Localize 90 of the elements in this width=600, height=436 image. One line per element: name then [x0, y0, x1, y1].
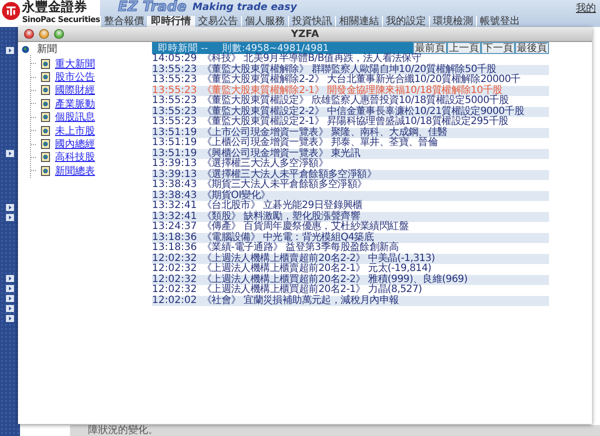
news-headline[interactable]: 《選擇權三大法人多空淨額》 — [202, 159, 328, 170]
favorites-link[interactable]: 我的 — [576, 0, 596, 14]
news-headline[interactable]: 《上週法人機構上櫃賣超前20名2-2》 中美晶(-1,313) — [202, 254, 435, 264]
news-headline[interactable]: 《傳產》 百貨周年慶祭優惠，艾杜紗業績閃紅盤 — [202, 222, 409, 232]
news-headline[interactable]: 《董監大股東質權設定2-2》 中信金董事長辜濂松10/21質權設定9000千股 — [202, 106, 524, 117]
news-headline[interactable]: 《興櫃公司現金增資一覽表》 東光訊 — [202, 148, 360, 159]
tree-link[interactable]: 未上市股 — [55, 124, 95, 138]
news-headline[interactable]: 《期貨三大法人未平倉餘額多空淨額》 — [202, 180, 367, 190]
tree-root-label[interactable]: 新聞 — [37, 42, 57, 56]
news-time: 12:02:32 — [152, 254, 197, 264]
tree-link[interactable]: 國內總經 — [55, 137, 95, 152]
news-time: 13:55:23 — [152, 106, 197, 117]
document-icon — [41, 85, 50, 96]
arrow-icon[interactable] — [6, 150, 14, 157]
tree-link[interactable]: 產業脈動 — [55, 96, 95, 111]
news-time: 13:39:13 — [152, 170, 197, 180]
page-button[interactable]: 上一頁 — [447, 42, 481, 54]
document-icon — [41, 98, 50, 109]
list-title: 即時新聞 -- — [158, 42, 208, 54]
news-time: 13:55:23 — [152, 75, 197, 86]
news-headline[interactable]: 《科技》 北美9月半導體B/B值再跌，法人看法保守 — [202, 54, 422, 64]
news-time: 13:55:23 — [152, 86, 197, 96]
news-time: 13:51:19 — [152, 128, 197, 138]
document-icon — [41, 58, 50, 69]
item-count: 則數:4958~4981/4981 — [222, 42, 329, 54]
nav-tab[interactable]: 即時行情 — [147, 16, 194, 26]
page-button[interactable]: 最後頁 — [515, 42, 549, 54]
news-time: 12:02:32 — [152, 274, 197, 285]
news-headline[interactable]: 《社會》 宜蘭災損補助萬元起，減稅月內申報 — [202, 296, 399, 306]
news-time: 13:51:19 — [152, 148, 197, 159]
page-button[interactable]: 下一頁 — [481, 42, 515, 54]
news-time: 13:18:36 — [152, 232, 197, 243]
document-icon — [41, 152, 50, 162]
minimize-icon[interactable] — [39, 29, 49, 39]
window-title: YZFA — [291, 28, 319, 40]
news-headline[interactable]: 《電腦設備》 中光電：背光模組Q4築底 — [202, 232, 374, 243]
news-headline[interactable]: 《上週法人機構上櫃買超前20名2-2》 雅積(999)、良維(969) — [202, 274, 468, 285]
brand-name: 永豐金證券 — [22, 1, 88, 15]
news-headline[interactable]: 《選擇權三大法人未平倉餘額多空淨額》 — [202, 170, 377, 180]
arrow-icon[interactable] — [6, 275, 14, 282]
close-icon[interactable] — [24, 29, 34, 39]
document-icon — [41, 112, 50, 122]
news-headline[interactable]: 《上週法人機構上櫃買超前20名2-1》 力晶(8,527) — [202, 285, 422, 296]
product-logo: EZ Trade — [118, 0, 186, 15]
arrow-icon[interactable] — [6, 305, 14, 312]
news-time: 13:18:36 — [152, 243, 197, 254]
news-time: 13:55:23 — [152, 96, 197, 106]
arrow-icon[interactable] — [6, 47, 14, 54]
globe-icon[interactable] — [22, 46, 29, 52]
tree-link[interactable]: 重大新聞 — [55, 56, 95, 71]
news-time: 12:02:32 — [152, 264, 197, 274]
news-headline[interactable]: 《業績-電子通路》 益登第3季每股盈餘創新高 — [202, 243, 398, 254]
page-button[interactable]: 最前頁 — [413, 42, 447, 54]
tree-link[interactable]: 新聞總表 — [55, 164, 95, 178]
document-icon — [41, 72, 50, 82]
news-time: 13:51:19 — [152, 138, 197, 148]
arrow-icon[interactable] — [6, 295, 14, 302]
news-time: 13:39:13 — [152, 159, 197, 170]
brand-name-english: SinoPac Securities — [22, 15, 100, 25]
news-time: 13:32:41 — [152, 201, 197, 212]
arrow-icon[interactable] — [6, 214, 14, 221]
arrow-icon[interactable] — [6, 315, 14, 322]
tree-link[interactable]: 股市公告 — [55, 70, 95, 84]
tree-link[interactable]: 個股訊息 — [55, 110, 95, 124]
news-time: 12:02:02 — [152, 296, 197, 306]
arrow-icon[interactable] — [6, 285, 14, 292]
news-time: 13:55:23 — [152, 64, 197, 75]
news-headline[interactable]: 《董監大股東質權解除》 群聯監察人歐陽自坤10/20質權解除50千股 — [202, 64, 496, 75]
slogan: Making trade easy — [192, 2, 297, 13]
document-icon — [41, 139, 50, 150]
news-time: 14:05:29 — [152, 54, 197, 64]
news-time: 13:38:43 — [152, 180, 197, 190]
news-time: 13:38:43 — [152, 190, 197, 201]
news-headline[interactable]: 《類股》 缺料激勵，塑化股漲聲齊響 — [202, 212, 360, 222]
news-headline[interactable]: 《上市公司現金增資一覽表》 聚隆、南科、大成鋼、佳醫 — [202, 128, 448, 138]
news-headline[interactable]: 《期貨OI變化》 — [202, 190, 270, 201]
news-time: 12:02:32 — [152, 285, 197, 296]
tree-link[interactable]: 國際財經 — [55, 83, 95, 98]
tree-link[interactable]: 高科技股 — [55, 150, 95, 164]
news-headline[interactable]: 《台北股市》 立碁光能29日登錄興櫃 — [202, 201, 362, 212]
zoom-icon[interactable] — [54, 29, 64, 39]
document-icon — [41, 126, 50, 136]
news-time: 13:24:37 — [152, 222, 197, 232]
news-time: 13:55:23 — [152, 117, 197, 128]
document-icon — [41, 166, 50, 176]
arrow-icon[interactable] — [6, 204, 14, 211]
footer-text: 障狀況的變化。 — [88, 425, 158, 436]
news-headline[interactable]: 《上週法人機構上櫃賣超前20名2-1》 元太(-19,814) — [202, 264, 432, 274]
news-headline[interactable]: 《上櫃公司現金增資一覽表》 邦泰、單井、荃寶、晉倫 — [202, 138, 438, 148]
news-time: 13:32:41 — [152, 212, 197, 222]
